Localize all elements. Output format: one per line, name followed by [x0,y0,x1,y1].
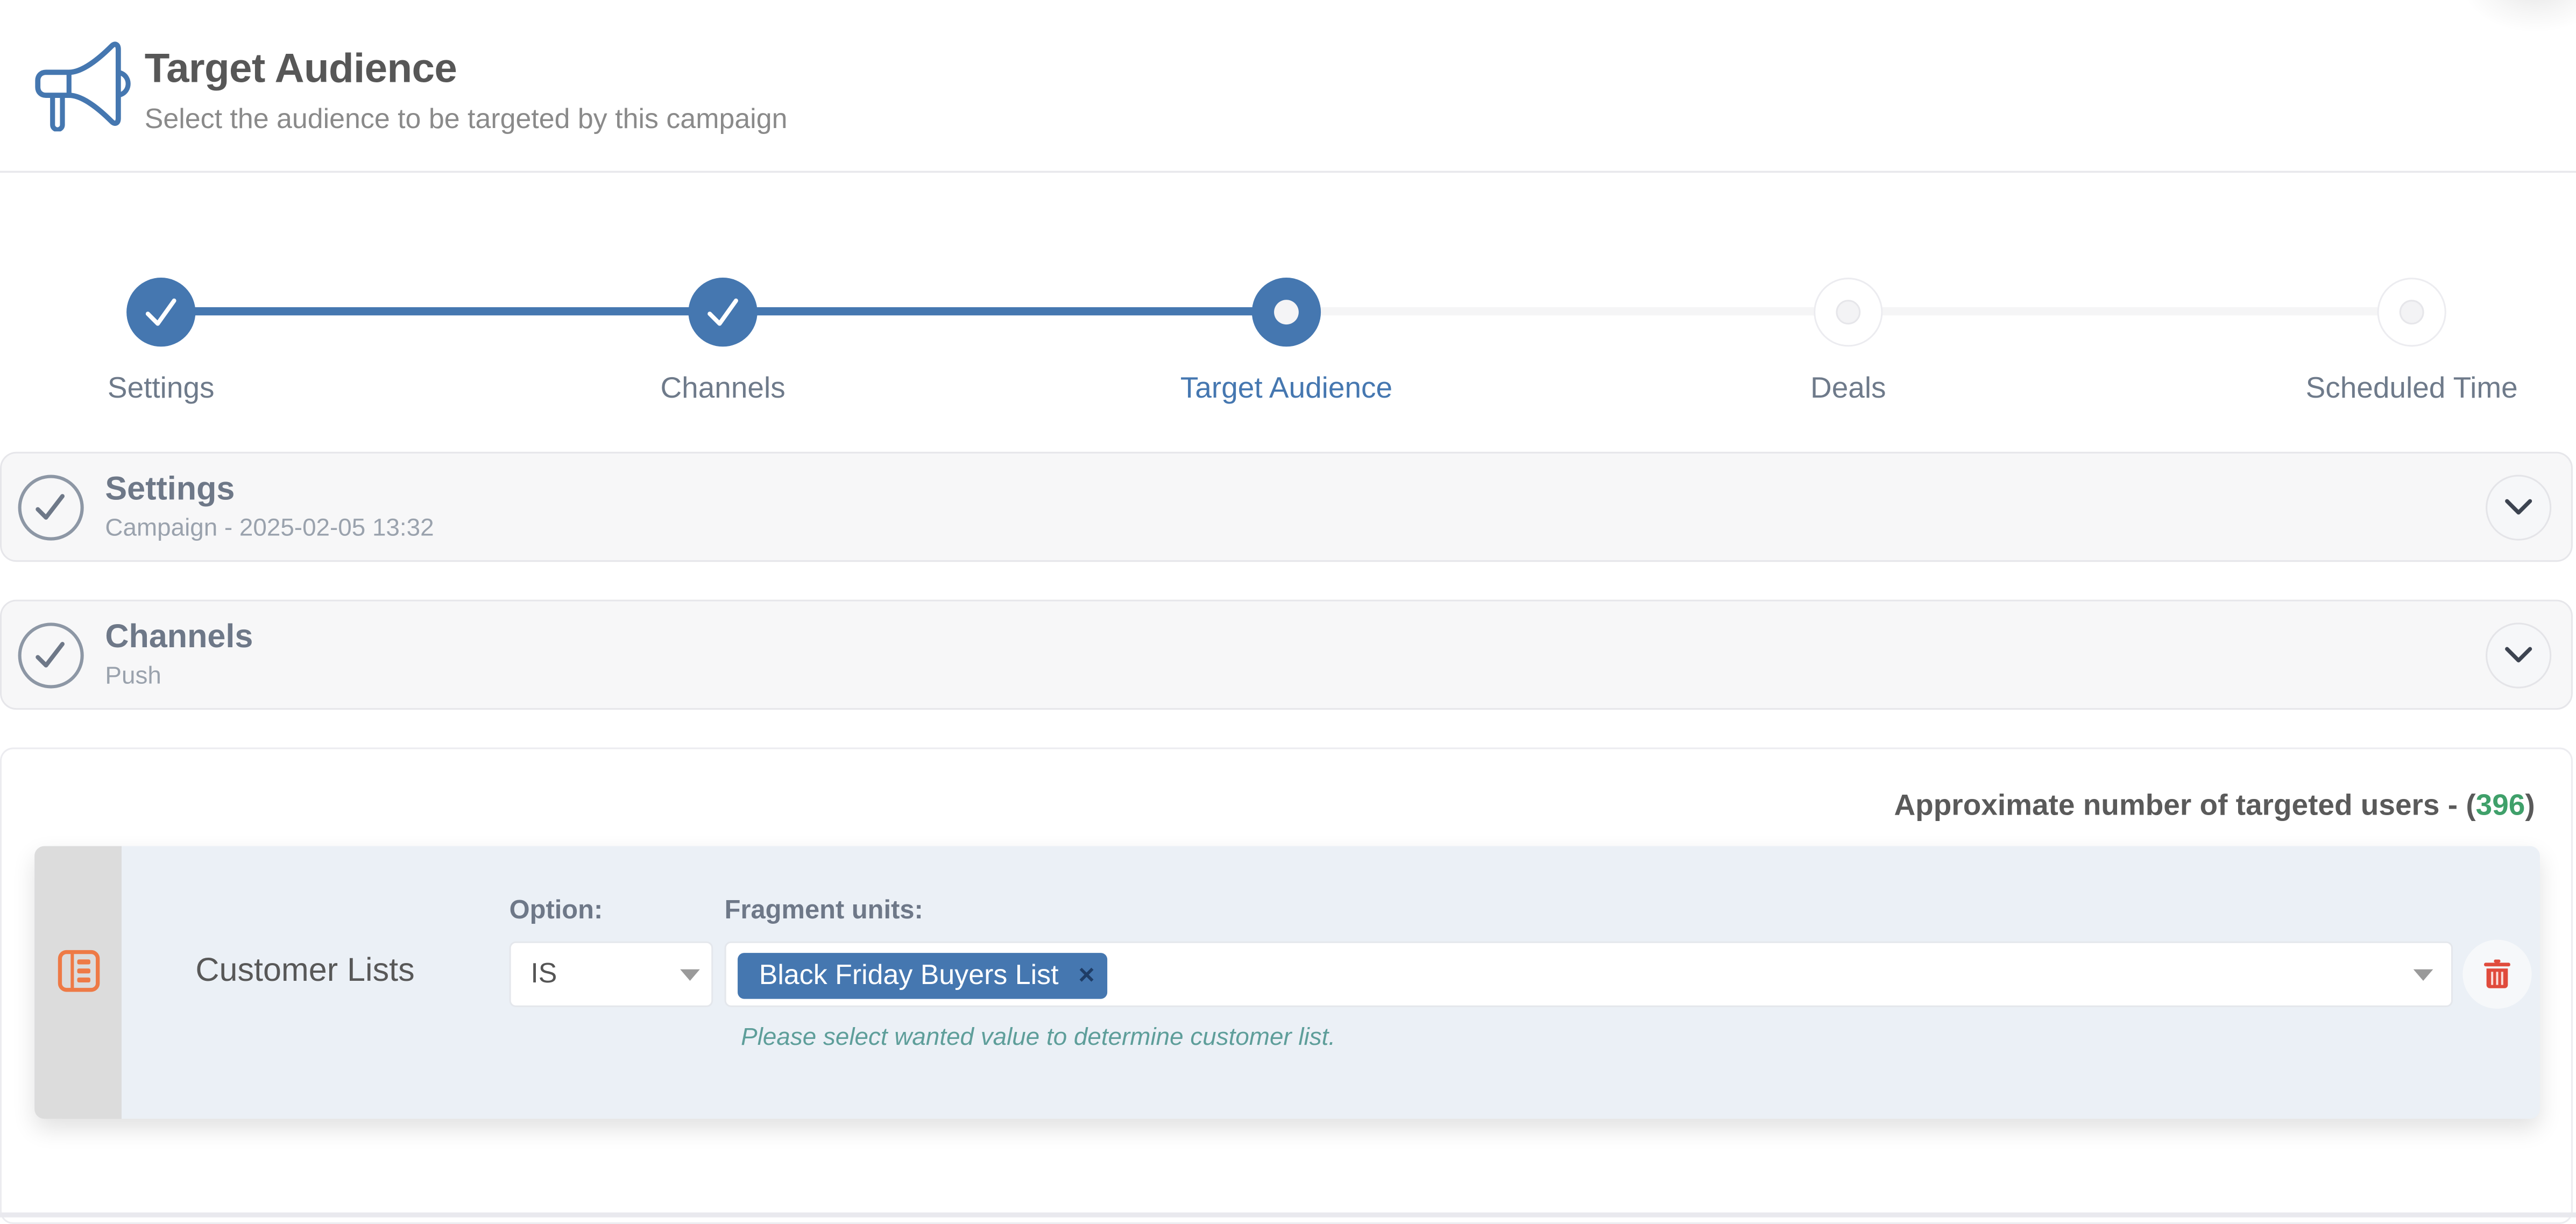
step-label: Settings [107,371,215,405]
selected-tag: Black Friday Buyers List × [738,953,1108,999]
step-scheduled-time[interactable]: Scheduled Time [2247,263,2576,406]
step-settings[interactable]: Settings [0,263,325,406]
step-status-pending [2377,278,2446,347]
caret-down-icon [2413,969,2433,981]
approx-count: 396 [2475,788,2525,822]
panel-title: Channels [105,619,253,656]
caret-down-icon [680,969,700,981]
step-status-done [126,278,196,347]
settings-summary-panel[interactable]: Settings Campaign - 2025-02-05 13:32 [0,451,2573,562]
page-title: Target Audience [144,46,457,93]
chevron-down-icon [2505,647,2532,663]
check-icon [145,298,176,326]
panel-subtitle: Push [105,662,161,690]
pending-dot-icon [1836,300,1861,325]
approx-targeted-users: Approximate number of targeted users - (… [1894,789,2535,823]
check-circle-icon [18,475,84,541]
section-divider [0,1212,2576,1218]
approx-suffix: ) [2525,788,2535,822]
option-label: Option: [509,897,603,925]
step-label: Scheduled Time [2305,371,2518,405]
panel-subtitle: Campaign - 2025-02-05 13:32 [105,514,434,542]
megaphone-icon [35,41,131,132]
step-label: Channels [660,371,785,405]
panel-title: Settings [105,471,235,508]
pending-dot-icon [2399,300,2424,325]
page-subtitle: Select the audience to be targeted by th… [144,103,788,135]
campaign-target-audience-page: Target Audience Select the audience to b… [0,0,2576,1224]
rule-drag-handle[interactable] [34,846,122,1119]
expand-settings-button[interactable] [2486,475,2552,541]
remove-tag-icon[interactable]: × [1078,953,1094,999]
check-circle-icon [18,622,84,689]
step-deals[interactable]: Deals [1684,263,2013,406]
audience-rule: Customer Lists Option: IS Fragment units… [34,846,2540,1119]
option-select-value: IS [530,958,557,989]
rule-type-label: Customer Lists [195,953,415,989]
page-header: Target Audience Select the audience to b… [0,0,2576,173]
step-channels[interactable]: Channels [558,263,887,406]
fragment-units-multiselect[interactable]: Black Friday Buyers List × [724,941,2453,1007]
fragment-help-text: Please select wanted value to determine … [741,1023,1336,1052]
active-dot-icon [1274,300,1299,325]
channels-summary-panel[interactable]: Channels Push [0,599,2573,710]
step-status-done [688,278,758,347]
approx-label: Approximate number of targeted users - ( [1894,788,2476,822]
step-label: Target Audience [1180,371,1393,405]
delete-rule-button[interactable] [2462,939,2532,1009]
expand-channels-button[interactable] [2486,622,2552,689]
chevron-down-icon [2505,499,2532,515]
list-icon [58,950,100,992]
step-target-audience[interactable]: Target Audience [1122,263,1451,406]
tag-label: Black Friday Buyers List [759,959,1059,991]
option-select[interactable]: IS [509,941,713,1007]
check-icon [707,298,738,326]
trash-icon [2484,959,2510,988]
fragment-units-label: Fragment units: [724,897,923,925]
step-status-active [1251,278,1321,347]
step-label: Deals [1810,371,1886,405]
target-audience-card: Approximate number of targeted users - (… [0,747,2573,1224]
step-status-pending [1814,278,1883,347]
progress-stepper: Settings Channels Target Audience Deals … [0,263,2576,427]
